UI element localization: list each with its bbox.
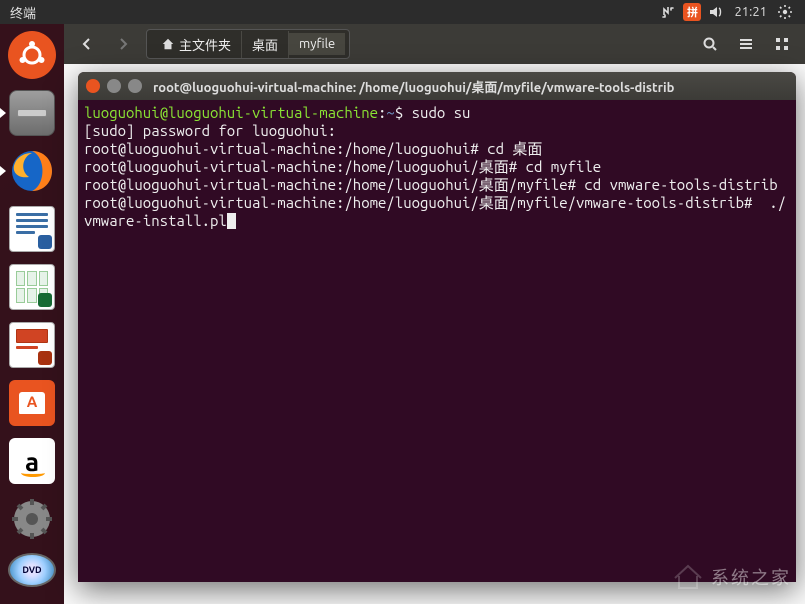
launcher: a DVD [0,24,64,604]
search-button[interactable] [693,29,727,59]
terminal-body[interactable]: luoguohui@luoguohui-virtual-machine:~$ s… [78,100,796,582]
watermark: 系统之家 [671,560,791,594]
view-grid-button[interactable] [765,29,799,59]
sound-icon[interactable] [705,1,727,23]
launcher-calc[interactable] [5,260,59,314]
launcher-disc[interactable]: DVD [5,550,59,590]
terminal-title-text: root@luoguohui-virtual-machine: /home/lu… [153,77,674,96]
desktop: 终端 拼 21:21 [0,0,805,604]
terminal-window: root@luoguohui-virtual-machine: /home/lu… [78,72,796,582]
ubuntu-logo-icon [8,31,56,79]
path-seg-1[interactable]: 桌面 [242,31,289,58]
gear-icon[interactable] [774,1,796,23]
home-icon [161,37,175,51]
view-list-button[interactable] [729,29,763,59]
path-home[interactable]: 主文件夹 [151,31,242,58]
clock[interactable]: 21:21 [734,5,767,19]
launcher-files[interactable] [5,86,59,140]
files-icon [9,90,55,136]
window-minimize-button[interactable] [107,79,121,93]
launcher-impress[interactable] [5,318,59,372]
firefox-icon [9,148,55,194]
file-manager-toolbar: 主文件夹 桌面 myfile [64,24,805,64]
launcher-settings[interactable] [5,492,59,546]
path-home-label: 主文件夹 [179,35,231,54]
writer-icon [9,206,55,252]
window-close-button[interactable] [86,79,100,93]
window-maximize-button[interactable] [128,79,142,93]
impress-icon [9,322,55,368]
settings-icon [9,496,55,542]
nav-back-button[interactable] [70,29,104,59]
launcher-amazon[interactable]: a [5,434,59,488]
nav-forward-button[interactable] [106,29,140,59]
top-panel: 终端 拼 21:21 [0,0,805,24]
terminal-titlebar[interactable]: root@luoguohui-virtual-machine: /home/lu… [78,72,796,100]
software-center-icon [9,380,55,426]
launcher-firefox[interactable] [5,144,59,198]
launcher-dash[interactable] [5,28,59,82]
calc-icon [9,264,55,310]
path-seg-2[interactable]: myfile [289,33,345,55]
network-icon[interactable] [657,1,679,23]
ime-indicator[interactable]: 拼 [681,1,703,23]
disc-icon: DVD [8,553,56,587]
launcher-software[interactable] [5,376,59,430]
amazon-icon: a [9,438,55,484]
launcher-writer[interactable] [5,202,59,256]
active-app-title: 终端 [10,3,36,22]
watermark-icon [671,560,705,594]
path-bar: 主文件夹 桌面 myfile [146,29,350,59]
watermark-text: 系统之家 [711,564,791,590]
